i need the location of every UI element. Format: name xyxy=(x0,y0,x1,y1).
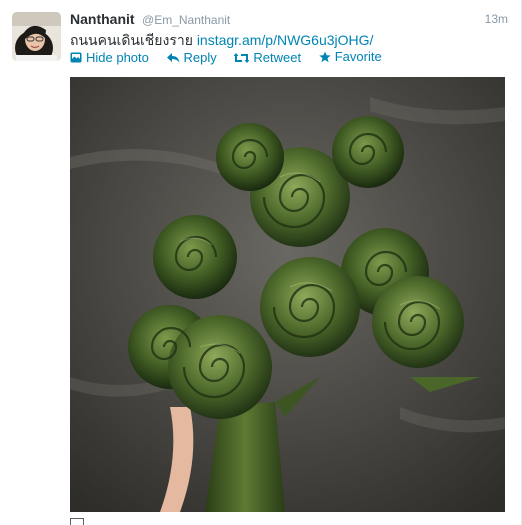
reply-arrow-icon xyxy=(166,52,180,62)
favorite-label: Favorite xyxy=(334,49,382,64)
tweet-body: ถนนคนเดินเชียงราย xyxy=(70,32,193,48)
star-icon xyxy=(319,51,331,62)
reply-button[interactable]: Reply xyxy=(166,50,217,65)
hide-photo-button[interactable]: Hide photo xyxy=(70,50,149,65)
tweet-photo[interactable] xyxy=(70,77,505,512)
photo-icon xyxy=(70,52,82,62)
tweet: Nanthanit @Em_Nanthanit 13m ถนนคนเดินเชี… xyxy=(0,0,522,525)
avatar-image xyxy=(12,12,61,61)
retweet-button[interactable]: Retweet xyxy=(234,50,301,65)
hide-photo-label: Hide photo xyxy=(86,49,149,65)
timestamp[interactable]: 13m xyxy=(485,12,508,26)
username[interactable]: @Em_Nanthanit xyxy=(142,13,230,27)
retweet-icon xyxy=(234,52,250,63)
avatar[interactable] xyxy=(12,12,61,61)
display-name[interactable]: Nanthanit xyxy=(70,11,135,27)
next-tweet-icon xyxy=(70,518,84,525)
tweet-header: Nanthanit @Em_Nanthanit 13m xyxy=(70,11,508,29)
tweet-actions: Hide photo Reply Retweet Favorite xyxy=(70,49,396,66)
photo-image xyxy=(70,77,505,512)
retweet-label: Retweet xyxy=(253,50,302,65)
favorite-button[interactable]: Favorite xyxy=(319,49,382,64)
tweet-link[interactable]: instagr.am/p/NWG6u3jOHG/ xyxy=(197,32,374,48)
reply-label: Reply xyxy=(183,50,217,65)
